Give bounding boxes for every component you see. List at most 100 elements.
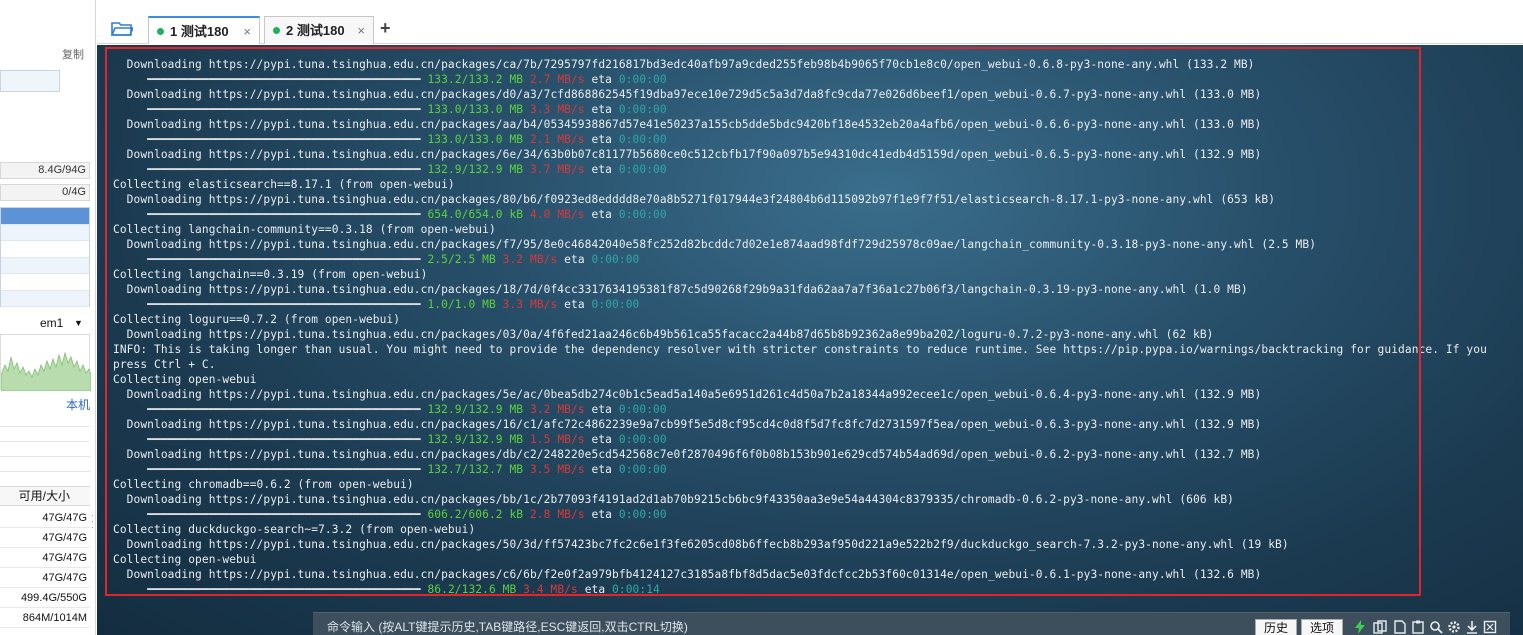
download-speed: 4.0 MB/s	[529, 208, 585, 221]
download-size: 132.9/132.9 MB	[427, 163, 524, 176]
download-speed: 1.5 MB/s	[529, 433, 585, 446]
progress-bar: ━━━━━━━━━━━━━━━━━━━━━━━━━━━━━━━━━━━━━━━━	[113, 463, 428, 476]
close-icon[interactable]: ×	[357, 17, 365, 44]
progress-bar: ━━━━━━━━━━━━━━━━━━━━━━━━━━━━━━━━━━━━━━━━	[113, 73, 428, 86]
download-size: 133.0/133.0 MB	[427, 103, 524, 116]
terminal-line: Downloading https://pypi.tuna.tsinghua.e…	[113, 238, 1317, 251]
terminal-line: Downloading https://pypi.tuna.tsinghua.e…	[113, 283, 1248, 296]
tab-session-1[interactable]: 1 测试180 ×	[148, 16, 260, 44]
terminal-line: Downloading https://pypi.tuna.tsinghua.e…	[113, 58, 1255, 71]
eta-label: eta	[564, 253, 585, 266]
terminal-line: Downloading https://pypi.tuna.tsinghua.e…	[113, 118, 1262, 131]
eta-label: eta	[591, 433, 613, 446]
eta-time: 0:00:00	[591, 253, 640, 266]
status-dot-icon	[157, 28, 164, 36]
download-speed: 2.1 MB/s	[529, 133, 585, 146]
terminal-line: Downloading https://pypi.tuna.tsinghua.e…	[113, 418, 1262, 431]
network-interface-select[interactable]: em1	[40, 316, 63, 330]
progress-bar: ━━━━━━━━━━━━━━━━━━━━━━━━━━━━━━━━━━━━━━━━	[113, 208, 428, 221]
process-row[interactable]	[1, 241, 89, 258]
terminal-line: Downloading https://pypi.tuna.tsinghua.e…	[113, 538, 1289, 551]
eta-label: eta	[591, 403, 613, 416]
tab-session-2[interactable]: 2 测试180 ×	[264, 16, 374, 44]
eta-label: eta	[591, 103, 613, 116]
tab-label: 测试180	[296, 23, 345, 38]
search-icon[interactable]	[1429, 620, 1443, 634]
disk-row: 47G/47G	[0, 508, 90, 528]
eta-time: 0:00:00	[618, 163, 667, 176]
file-icon[interactable]	[1393, 620, 1407, 634]
download-speed: 3.7 MB/s	[529, 163, 585, 176]
eta-time: 0:00:00	[618, 508, 667, 521]
progress-bar: ━━━━━━━━━━━━━━━━━━━━━━━━━━━━━━━━━━━━━━━━	[113, 508, 428, 521]
progress-line: ━━━━━━━━━━━━━━━━━━━━━━━━━━━━━━━━━━━━━━━━…	[113, 507, 1523, 522]
process-row[interactable]	[1, 257, 89, 274]
eta-time: 0:00:00	[618, 403, 667, 416]
download-icon[interactable]	[1465, 620, 1479, 634]
progress-bar: ━━━━━━━━━━━━━━━━━━━━━━━━━━━━━━━━━━━━━━━━	[113, 103, 428, 116]
process-row[interactable]	[1, 224, 89, 241]
list-item	[0, 457, 90, 472]
command-input-bar[interactable]: 命令输入 (按ALT键提示历史,TAB键路径,ESC键返回,双击CTRL切换) …	[313, 612, 1510, 635]
history-button[interactable]: 历史	[1255, 619, 1298, 635]
eta-time: 0:00:00	[591, 298, 640, 311]
command-input-hint[interactable]: 命令输入 (按ALT键提示历史,TAB键路径,ESC键返回,双击CTRL切换)	[327, 618, 688, 635]
terminal-line: Collecting duckduckgo-search~=7.3.2 (fro…	[113, 523, 476, 536]
eta-label: eta	[591, 463, 613, 476]
copy-button[interactable]: 复制	[62, 46, 84, 62]
expand-icon[interactable]	[1483, 620, 1497, 634]
process-row[interactable]	[1, 274, 89, 291]
copy-icon[interactable]	[1373, 620, 1387, 634]
progress-bar: ━━━━━━━━━━━━━━━━━━━━━━━━━━━━━━━━━━━━━━━━	[113, 403, 428, 416]
disk-row: 864M/1014M	[0, 608, 90, 628]
terminal-line: Downloading https://pypi.tuna.tsinghua.e…	[113, 88, 1262, 101]
terminal-line: Downloading https://pypi.tuna.tsinghua.e…	[113, 328, 1214, 341]
gear-icon[interactable]	[1447, 620, 1461, 634]
disk-row: 499.4G/550G	[0, 588, 90, 608]
paste-icon[interactable]	[1411, 620, 1425, 634]
process-list[interactable]	[0, 207, 90, 307]
process-row[interactable]	[1, 290, 89, 307]
eta-time: 0:00:00	[618, 433, 667, 446]
list-item	[0, 442, 90, 457]
add-tab-button[interactable]: +	[380, 18, 391, 39]
progress-line: ━━━━━━━━━━━━━━━━━━━━━━━━━━━━━━━━━━━━━━━━…	[113, 162, 1523, 177]
sidebar-address-field[interactable]	[0, 70, 60, 92]
terminal-output[interactable]: Downloading https://pypi.tuna.tsinghua.e…	[97, 45, 1523, 635]
eta-label: eta	[591, 163, 613, 176]
terminal-line: Downloading https://pypi.tuna.tsinghua.e…	[113, 493, 1235, 506]
download-size: 133.2/133.2 MB	[427, 73, 524, 86]
terminal-line: Downloading https://pypi.tuna.tsinghua.e…	[113, 193, 1276, 206]
close-icon[interactable]: ×	[243, 18, 251, 45]
eta-label: eta	[591, 73, 613, 86]
terminal-line: Collecting elasticsearch==8.17.1 (from o…	[113, 178, 455, 191]
lightning-icon[interactable]	[1353, 620, 1367, 634]
eta-time: 0:00:00	[618, 463, 667, 476]
download-size: 2.5/2.5 MB	[427, 253, 496, 266]
progress-line: ━━━━━━━━━━━━━━━━━━━━━━━━━━━━━━━━━━━━━━━━…	[113, 432, 1523, 447]
local-machine-link[interactable]: 本机	[66, 396, 90, 413]
download-speed: 3.5 MB/s	[529, 463, 585, 476]
terminal-line: INFO: This is taking longer than usual. …	[113, 343, 1487, 356]
disk-row: 47G/47G	[0, 528, 90, 548]
splitter-handle[interactable]: · · ·	[91, 511, 95, 532]
download-speed: 3.3 MB/s	[502, 298, 558, 311]
eta-time: 0:00:00	[618, 208, 667, 221]
chevron-down-icon[interactable]: ▼	[74, 318, 83, 328]
process-row[interactable]	[1, 208, 89, 225]
progress-bar: ━━━━━━━━━━━━━━━━━━━━━━━━━━━━━━━━━━━━━━━━	[113, 298, 428, 311]
download-size: 132.9/132.9 MB	[427, 433, 524, 446]
download-speed: 3.2 MB/s	[502, 253, 558, 266]
eta-time: 0:00:14	[612, 583, 660, 596]
disk-column-header[interactable]: 可用/大小	[0, 486, 90, 506]
options-button[interactable]: 选项	[1301, 619, 1344, 635]
network-traffic-graph	[0, 334, 92, 392]
progress-bar: ━━━━━━━━━━━━━━━━━━━━━━━━━━━━━━━━━━━━━━━━	[113, 163, 428, 176]
download-size: 132.7/132.7 MB	[427, 463, 524, 476]
memory-usage: 8.4G/94G	[0, 162, 90, 179]
terminal-line: Collecting langchain-community==0.3.18 (…	[113, 223, 496, 236]
download-speed: 3.2 MB/s	[529, 403, 585, 416]
folder-open-icon[interactable]	[111, 21, 133, 37]
terminal-line: press Ctrl + C.	[113, 358, 216, 371]
disk-row: 47G/47G	[0, 548, 90, 568]
